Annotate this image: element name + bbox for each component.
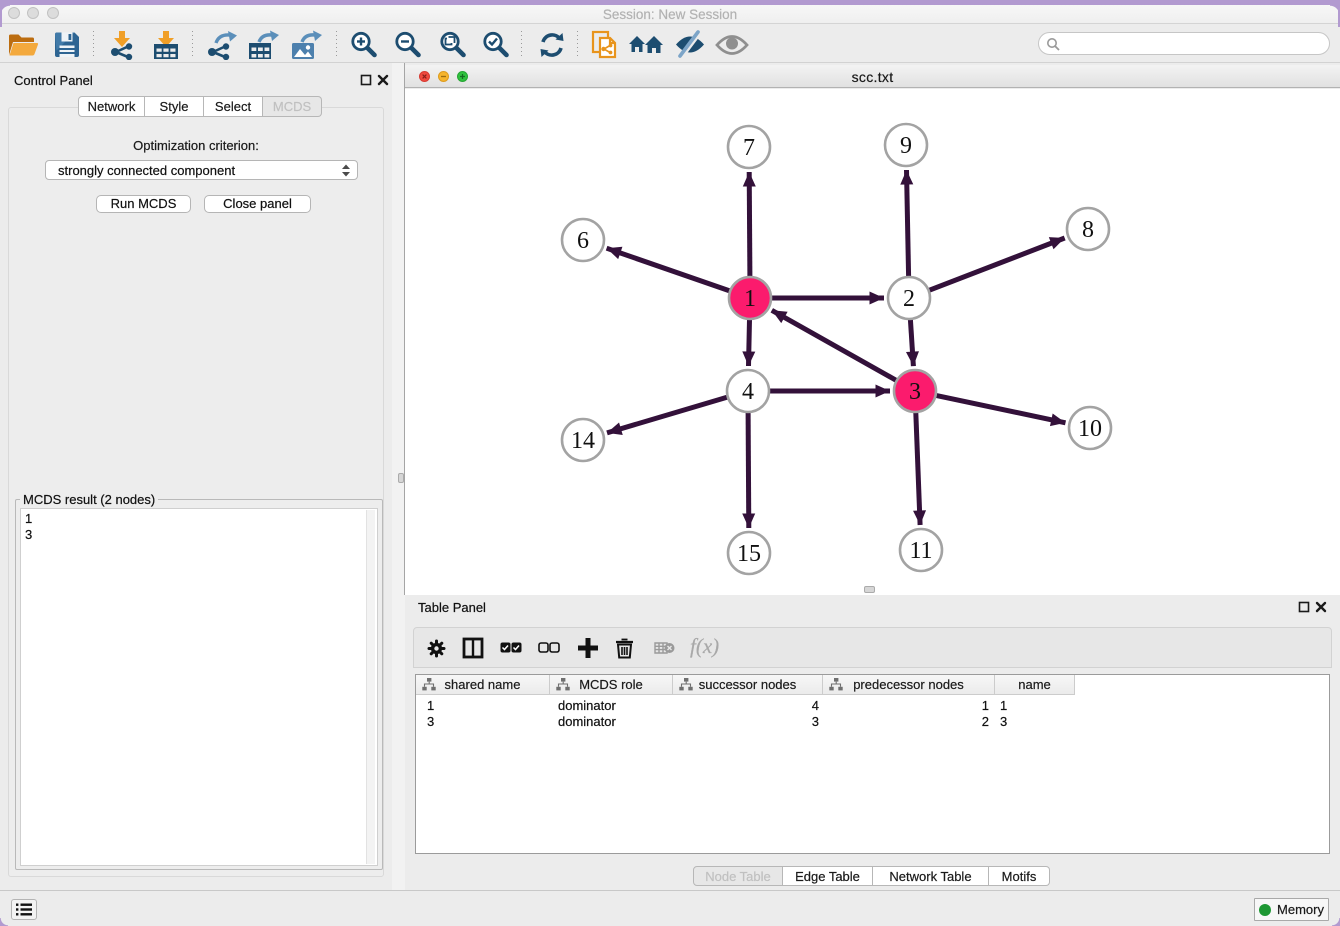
svg-text:2: 2: [903, 286, 915, 312]
svg-text:3: 3: [909, 379, 921, 405]
svg-text:6: 6: [577, 228, 589, 254]
svg-text:11: 11: [909, 538, 932, 564]
svg-text:15: 15: [737, 541, 761, 567]
svg-text:8: 8: [1082, 217, 1094, 243]
svg-text:9: 9: [900, 133, 912, 159]
svg-text:1: 1: [744, 286, 756, 312]
svg-text:10: 10: [1078, 416, 1102, 442]
svg-text:4: 4: [742, 379, 754, 405]
svg-text:14: 14: [571, 428, 595, 454]
svg-text:7: 7: [743, 135, 755, 161]
